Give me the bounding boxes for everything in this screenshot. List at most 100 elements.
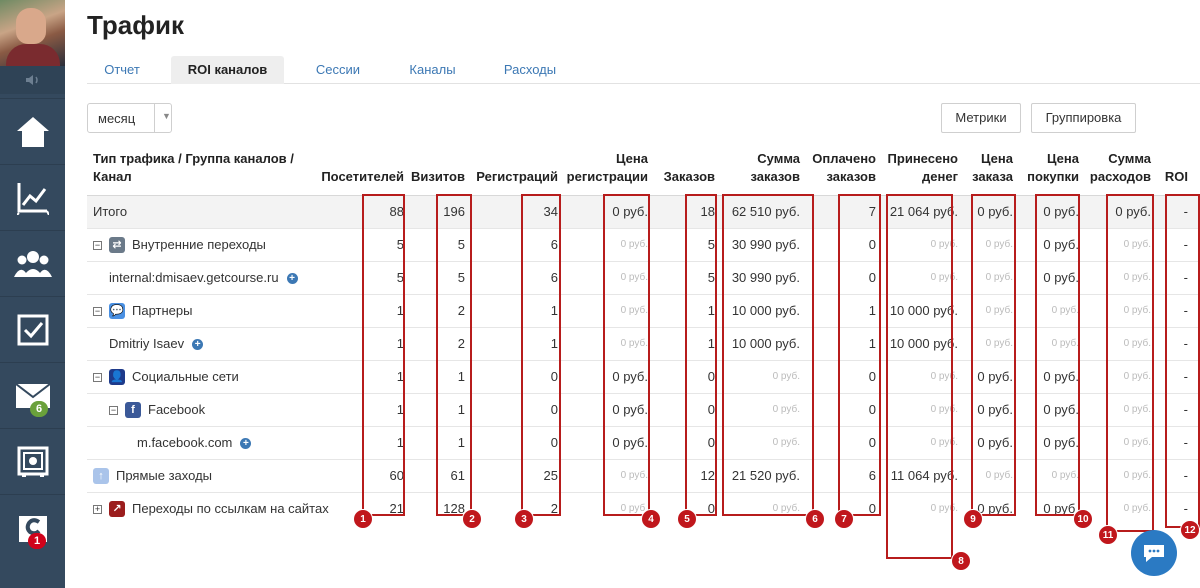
column-header-visits-line2: Визитов	[411, 169, 465, 184]
add-channel-icon[interactable]: +	[286, 272, 298, 284]
visitors-cell: 88	[389, 204, 404, 219]
collapse-toggle-icon[interactable]: −	[109, 405, 118, 415]
mail-icon[interactable]: 6	[0, 362, 65, 428]
revenue-cell: 21 064 руб.	[889, 204, 958, 219]
annotation-marker: 5	[677, 509, 697, 529]
speaker-icon[interactable]	[0, 66, 65, 94]
column-header-paid-orders-line1: Оплачено	[812, 151, 876, 166]
annotation-marker: 8	[951, 551, 971, 571]
expenses-sum-cell: 0 руб.	[1123, 404, 1151, 415]
revenue-cell: 0 руб.	[930, 437, 958, 448]
visits-cell: 5	[457, 237, 465, 252]
chart-icon[interactable]	[0, 164, 65, 230]
tasks-icon[interactable]	[0, 296, 65, 362]
column-header-roi-line2: ROI	[1164, 169, 1188, 184]
column-header-purchase-price-line2: покупки	[1027, 169, 1079, 184]
collapse-toggle-icon[interactable]: −	[93, 372, 102, 382]
avatar[interactable]	[0, 0, 65, 66]
chat-bubble-icon	[1144, 545, 1164, 562]
expenses-sum-cell: 0 руб.	[1123, 272, 1151, 283]
paid-orders-cell: 1	[868, 336, 876, 351]
channel-name: Партнеры	[132, 303, 193, 318]
roi-cell: -	[1183, 468, 1188, 483]
column-header-paid-orders-line2: заказов	[826, 169, 877, 184]
registrations-cell: 6	[550, 237, 558, 252]
order-price-cell: 0 руб.	[985, 338, 1013, 349]
channel-name: Facebook	[148, 402, 206, 417]
order-price-cell: 0 руб.	[985, 470, 1013, 481]
visitors-cell: 21	[389, 501, 404, 516]
visitors-cell: 1	[396, 435, 404, 450]
add-channel-icon[interactable]: +	[192, 338, 204, 350]
registrations-cell: 0	[550, 369, 558, 384]
revenue-cell: 0 руб.	[930, 371, 958, 382]
external-link-icon: ↗	[109, 501, 125, 517]
visits-cell: 2	[457, 336, 465, 351]
channel-name: Прямые заходы	[116, 468, 213, 483]
tab-roi-channels[interactable]: ROI каналов	[171, 56, 284, 84]
sidebar: 6 1	[0, 0, 65, 588]
orders-sum-cell: 10 000 руб.	[731, 303, 800, 318]
chevron-down-icon: ▼	[162, 111, 171, 121]
revenue-cell: 0 руб.	[930, 404, 958, 415]
channel-name: Социальные сети	[132, 369, 239, 384]
paid-orders-cell: 0	[868, 369, 876, 384]
expenses-sum-cell: 0 руб.	[1123, 503, 1151, 514]
tab-sessions[interactable]: Сессии	[301, 56, 375, 84]
add-channel-icon[interactable]: +	[240, 437, 252, 449]
tab-report[interactable]: Отчет	[87, 56, 157, 84]
purchase-price-cell: 0 руб.	[1043, 369, 1079, 384]
grouping-button[interactable]: Группировка	[1031, 103, 1136, 133]
orders-cell: 18	[700, 204, 715, 219]
visitors-cell: 60	[389, 468, 404, 483]
orders-cell: 1	[707, 336, 715, 351]
users-icon[interactable]	[0, 230, 65, 296]
column-header-order-price-line1: Цена	[981, 151, 1013, 166]
visits-cell: 1	[457, 402, 465, 417]
annotation-marker: 3	[514, 509, 534, 529]
tab-expenses[interactable]: Расходы	[491, 56, 569, 84]
channel-name: Dmitriy Isaev	[109, 336, 185, 351]
visits-cell: 61	[450, 468, 465, 483]
visitors-cell: 1	[396, 369, 404, 384]
expenses-sum-cell: 0 руб.	[1123, 338, 1151, 349]
registrations-cell: 1	[550, 303, 558, 318]
column-header-channel-line1: Тип трафика / Группа каналов /	[93, 151, 294, 166]
period-select[interactable]: месяц ▼	[87, 103, 172, 133]
safe-icon[interactable]	[0, 428, 65, 494]
roi-cell: -	[1183, 369, 1188, 384]
purchase-price-cell: 0 руб.	[1043, 204, 1079, 219]
collapse-toggle-icon[interactable]: −	[93, 240, 102, 250]
table-row: − ⇄ Внутренние переходы 5 5 6 0 руб. 5 30 990 ру…	[87, 228, 1200, 261]
expand-toggle-icon[interactable]: +	[93, 504, 102, 514]
paid-orders-cell: 0	[868, 501, 876, 516]
registration-price-cell: 0 руб.	[612, 204, 648, 219]
orders-cell: 0	[707, 402, 715, 417]
table-row: ↑ Прямые заходы 60 61 25 0 руб. 12 21 520 руб. 6…	[87, 459, 1200, 492]
orders-sum-cell: 0 руб.	[772, 404, 800, 415]
column-header-purchase-price-line1: Цена	[1047, 151, 1079, 166]
tab-channels[interactable]: Каналы	[397, 56, 468, 84]
orders-cell: 0	[707, 501, 715, 516]
registrations-cell: 34	[543, 204, 558, 219]
period-select-value: месяц	[98, 111, 136, 126]
order-price-cell: 0 руб.	[985, 239, 1013, 250]
channel-cell: − 👤 Социальные сети	[93, 361, 239, 393]
purchase-price-cell: 0 руб.	[1051, 470, 1079, 481]
orders-sum-cell: 21 520 руб.	[731, 468, 800, 483]
home-icon[interactable]	[0, 98, 65, 164]
registration-price-cell: 0 руб.	[612, 402, 648, 417]
chat-button[interactable]	[1131, 530, 1177, 576]
column-header-channel-line2: Канал	[93, 169, 132, 184]
registrations-cell: 1	[550, 336, 558, 351]
registration-price-cell: 0 руб.	[620, 338, 648, 349]
purchase-price-cell: 0 руб.	[1043, 270, 1079, 285]
metrics-button[interactable]: Метрики	[941, 103, 1021, 133]
annotation-marker: 12	[1180, 520, 1200, 540]
collapse-toggle-icon[interactable]: −	[93, 306, 102, 316]
orders-cell: 5	[707, 237, 715, 252]
getcourse-icon[interactable]: 1	[0, 494, 65, 560]
direct-icon: ↑	[93, 468, 109, 484]
column-header-registrations-line2: Регистраций	[476, 169, 558, 184]
visits-cell: 5	[457, 270, 465, 285]
